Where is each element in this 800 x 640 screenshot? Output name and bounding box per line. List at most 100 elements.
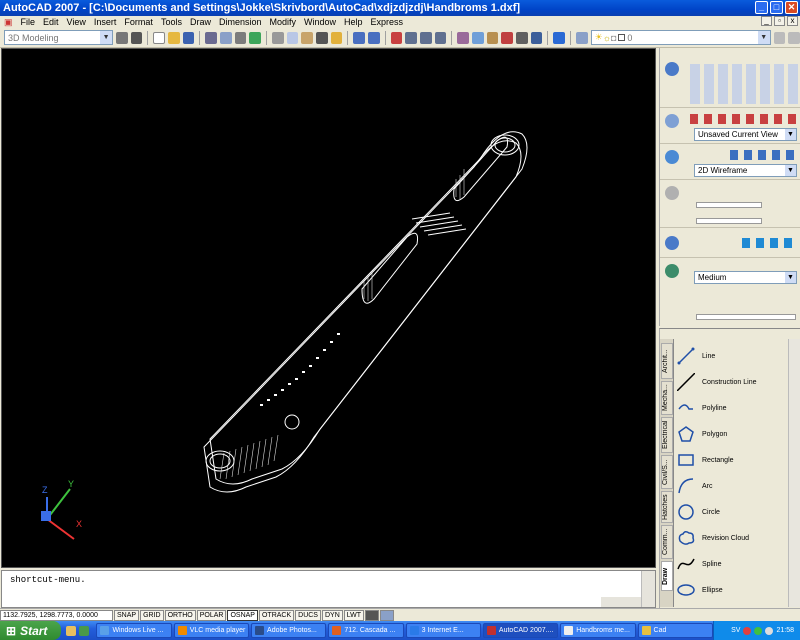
task-cad-folder[interactable]: Cad [637, 623, 713, 638]
new-icon[interactable] [153, 31, 166, 44]
menu-draw[interactable]: Draw [186, 17, 215, 27]
plot-icon[interactable] [249, 31, 262, 44]
menu-express[interactable]: Express [367, 17, 408, 27]
menu-tools[interactable]: Tools [157, 17, 186, 27]
visual-style-icons[interactable] [730, 150, 798, 160]
menu-insert[interactable]: Insert [90, 17, 121, 27]
block-editor-icon[interactable] [330, 31, 343, 44]
doc-restore-button[interactable]: ▫ [774, 16, 785, 26]
make-layer-current-icon[interactable] [773, 31, 786, 44]
copy-icon[interactable] [286, 31, 299, 44]
layer-select[interactable]: ☀ ☼ ◘ 0 ▼ [590, 30, 771, 45]
command-hscroll[interactable] [601, 597, 641, 607]
volume-icon[interactable] [765, 626, 774, 635]
workspace-select[interactable]: 3D Modeling ▼ [4, 30, 114, 45]
model-icon[interactable] [365, 609, 380, 621]
doc-minimize-button[interactable]: _ [761, 16, 772, 26]
3d-make-icon[interactable] [665, 62, 679, 76]
paste-icon[interactable] [301, 31, 314, 44]
pan-icon[interactable] [390, 31, 403, 44]
3d-tools-icons[interactable] [690, 64, 798, 104]
cut-icon[interactable] [272, 31, 284, 44]
task-handbroms[interactable]: Handbroms me... [560, 623, 636, 638]
properties-icon[interactable] [457, 31, 470, 44]
quick-launch-icon[interactable] [66, 625, 77, 636]
tool-polygon[interactable]: Polygon [676, 421, 786, 447]
app-menu-icon[interactable]: ▣ [0, 17, 17, 28]
menu-modify[interactable]: Modify [266, 17, 301, 27]
lwt-toggle[interactable]: LWT [343, 609, 365, 621]
tool-palettes-icon[interactable] [486, 31, 499, 44]
menu-file[interactable]: File [17, 17, 40, 27]
quick-launch-icon[interactable] [79, 625, 90, 636]
fade-slider[interactable] [696, 202, 762, 208]
start-button[interactable]: ⊞ Start [0, 621, 62, 640]
tool-construction-line[interactable]: Construction Line [676, 369, 786, 395]
contrast-slider[interactable] [696, 218, 762, 224]
render-quality-select[interactable]: Medium ▼ [694, 271, 797, 284]
maximize-button[interactable]: □ [770, 1, 783, 14]
named-view-select[interactable]: Unsaved Current View ▼ [694, 128, 797, 141]
zoom-previous-icon[interactable] [434, 31, 447, 44]
tab-civil[interactable]: Civil/S... [661, 455, 673, 489]
render-icon[interactable] [665, 264, 679, 278]
tool-line[interactable]: Line [676, 343, 786, 369]
calculator-icon[interactable] [530, 31, 543, 44]
visual-styles-icon[interactable] [665, 150, 679, 164]
qr-icon[interactable] [116, 31, 128, 44]
tool-polyline[interactable]: Polyline [676, 395, 786, 421]
layer-previous-icon[interactable] [788, 31, 800, 44]
tool-spline[interactable]: Spline [676, 551, 786, 577]
task-internet-explorer[interactable]: 3 Internet E... [405, 623, 481, 638]
ducs-toggle[interactable]: DUCS [295, 609, 321, 621]
markup-icon[interactable] [516, 31, 528, 44]
tray-icon[interactable] [754, 626, 763, 635]
snap-toggle[interactable]: SNAP [114, 609, 140, 621]
match-properties-icon[interactable] [316, 31, 328, 44]
settings-icon[interactable] [130, 31, 143, 44]
design-center-icon[interactable] [472, 31, 484, 44]
task-autocad[interactable]: AutoCAD 2007.... [482, 623, 559, 638]
print-preview-icon[interactable] [220, 31, 232, 44]
zoom-window-icon[interactable] [420, 31, 432, 44]
tab-command[interactable]: Comm... [661, 525, 673, 559]
layout-icon[interactable] [380, 609, 395, 621]
minimize-button[interactable]: _ [755, 1, 768, 14]
tool-revision-cloud[interactable]: Revision Cloud [676, 525, 786, 551]
lighting-icons[interactable] [742, 238, 797, 248]
tray-icon[interactable] [743, 626, 752, 635]
osnap-toggle[interactable]: OSNAP [227, 609, 258, 621]
tool-rectangle[interactable]: Rectangle [676, 447, 786, 473]
palette-scrollbar[interactable] [788, 339, 800, 607]
visual-style-select[interactable]: 2D Wireframe ▼ [694, 164, 797, 177]
task-windows-live[interactable]: Windows Live ... [96, 623, 172, 638]
tab-hatches[interactable]: Hatches [661, 491, 673, 523]
materials-icon[interactable] [665, 186, 679, 200]
grid-toggle[interactable]: GRID [140, 609, 164, 621]
close-button[interactable]: ✕ [785, 1, 798, 14]
tab-draw[interactable]: Draw [661, 561, 673, 591]
otrack-toggle[interactable]: OTRACK [258, 609, 295, 621]
menu-format[interactable]: Format [120, 17, 157, 27]
sheet-set-icon[interactable] [501, 31, 514, 44]
layer-manager-icon[interactable] [575, 31, 588, 44]
menu-view[interactable]: View [63, 17, 90, 27]
tab-architectural[interactable]: Archit... [661, 343, 673, 379]
task-vlc[interactable]: VLC media player [173, 623, 250, 638]
publish-icon[interactable] [234, 31, 247, 44]
polar-toggle[interactable]: POLAR [196, 609, 227, 621]
undo-icon[interactable] [353, 31, 366, 44]
doc-close-button[interactable]: x [787, 16, 798, 26]
task-cascada[interactable]: 712. Cascada ... [328, 623, 404, 638]
zoom-realtime-icon[interactable] [405, 31, 418, 44]
render-slider[interactable] [696, 314, 796, 320]
language-indicator[interactable]: SV [731, 627, 740, 634]
tab-electrical[interactable]: Electrical [661, 417, 673, 453]
print-icon[interactable] [205, 31, 218, 44]
menu-window[interactable]: Window [300, 17, 340, 27]
command-scrollbar[interactable] [641, 571, 655, 607]
lights-icon[interactable] [665, 236, 679, 250]
drawing-canvas[interactable]: Z Y X [1, 48, 656, 568]
help-icon[interactable] [553, 31, 566, 44]
tool-arc[interactable]: Arc [676, 473, 786, 499]
